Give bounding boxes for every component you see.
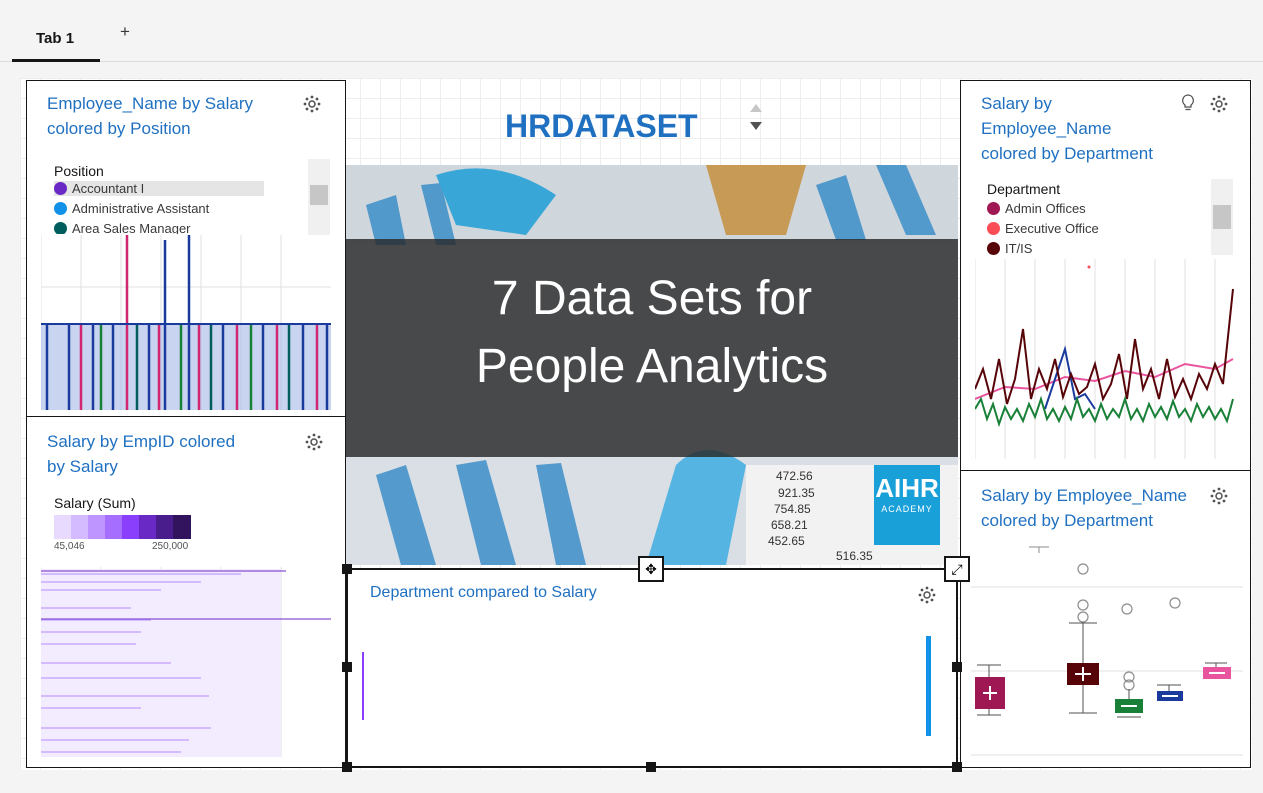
scrollbar-thumb[interactable] [1213, 205, 1231, 229]
legend-title: Position [54, 163, 104, 179]
legend-swatch [54, 202, 67, 215]
gear-icon[interactable] [1210, 487, 1228, 505]
widget-salary-employee-line[interactable]: Salary by Employee_Name colored by Depar… [960, 80, 1251, 471]
widget-title-line-2: colored by Position [47, 119, 191, 138]
widget-title-line-2: Employee_Name [981, 119, 1112, 138]
widget-title: Salary by Employee_Name colored by Depar… [981, 91, 1153, 166]
legend-label: IT/IS [1005, 241, 1033, 256]
resize-handle-bottom-right[interactable] [952, 762, 962, 772]
legend-label: Admin Offices [1005, 201, 1086, 216]
tab-1[interactable]: Tab 1 [12, 22, 100, 62]
widget-title-line-3: colored by Department [981, 144, 1153, 163]
scrollbar-thumb[interactable] [310, 185, 328, 205]
widget-salary-employee-boxplot[interactable]: Salary by Employee_Name colored by Depar… [960, 470, 1251, 768]
widget-title-line-1: Salary by EmpID colored [47, 432, 236, 451]
widget-employee-salary-position[interactable]: Employee_Name by Salary colored by Posit… [26, 80, 346, 417]
legend-item[interactable]: Executive Office [987, 221, 1099, 236]
svg-text:452.65: 452.65 [768, 534, 805, 548]
lightbulb-icon[interactable] [1181, 94, 1195, 112]
bar-chart[interactable] [41, 235, 331, 410]
legend-item[interactable]: Admin Offices [987, 201, 1086, 216]
widget-title-line-1: Salary by Employee_Name [981, 486, 1187, 505]
widget-salary-by-empid[interactable]: Salary by EmpID colored by Salary Salary… [26, 416, 346, 768]
gear-icon[interactable] [918, 586, 936, 604]
color-scale [54, 515, 191, 539]
svg-text:516.35: 516.35 [836, 549, 873, 563]
resize-handle-top-left[interactable] [342, 564, 352, 574]
line-chart[interactable] [975, 259, 1237, 459]
legend-item[interactable]: Accountant I [54, 181, 264, 196]
hero-line-1: 7 Data Sets for [491, 272, 813, 325]
widget-title-line-1: Employee_Name by Salary [47, 94, 253, 113]
widget-title-line-2: by Salary [47, 457, 118, 476]
widget-title-line-1: Salary by [981, 94, 1052, 113]
legend-scrollbar[interactable] [308, 159, 330, 235]
legend-swatch [54, 182, 67, 195]
hero-headline: 7 Data Sets for People Analytics [346, 265, 958, 401]
widget-title: Department compared to Salary [370, 584, 597, 601]
hero-line-2: People Analytics [475, 340, 829, 393]
legend-swatch [54, 222, 67, 234]
aihr-logo-main: AIHR [875, 473, 939, 503]
resize-handle-left[interactable] [342, 662, 352, 672]
legend-label: Executive Office [1005, 221, 1099, 236]
legend-swatch [987, 242, 1000, 255]
legend-title: Salary (Sum) [54, 495, 136, 511]
svg-text:921.35: 921.35 [778, 486, 815, 500]
widget-title-line-2: colored by Department [981, 511, 1153, 530]
tab-bar: Tab 1 + [0, 0, 1263, 62]
gear-icon[interactable] [1210, 95, 1228, 113]
move-icon[interactable]: ✥ [638, 556, 664, 582]
tab-1-label: Tab 1 [36, 30, 75, 47]
widget-department-vs-salary[interactable]: Department compared to Salary [346, 568, 958, 768]
svg-text:658.21: 658.21 [771, 518, 808, 532]
comparison-chart[interactable] [358, 630, 948, 740]
widget-title: Salary by EmpID colored by Salary [47, 429, 235, 479]
hero-image[interactable]: 472.56 921.35 754.85 658.21 452.65 516.3… [346, 165, 958, 565]
horizontal-bar-chart[interactable] [41, 567, 331, 757]
gear-icon[interactable] [303, 95, 321, 113]
scale-max: 250,000 [152, 541, 189, 552]
add-tab-button[interactable]: + [120, 22, 130, 42]
report-title[interactable]: HRDATASET [505, 108, 698, 145]
widget-title: Employee_Name by Salary colored by Posit… [47, 91, 253, 141]
svg-text:754.85: 754.85 [774, 502, 811, 516]
aihr-logo: AIHR ACADEMY [874, 465, 940, 545]
scale-min: 45,046 [54, 541, 85, 552]
aihr-logo-sub: ACADEMY [881, 504, 933, 514]
resize-handle-bottom-left[interactable] [342, 762, 352, 772]
resize-handle-right[interactable] [952, 662, 962, 672]
legend-label: Area Sales Manager [72, 221, 191, 234]
legend-label: Accountant I [72, 181, 145, 196]
hero-number: 472.56 [776, 469, 813, 483]
legend-swatch [987, 202, 1000, 215]
resize-handle-bottom[interactable] [646, 762, 656, 772]
legend-label: Administrative Assistant [72, 201, 210, 216]
legend-item[interactable]: IT/IS [987, 241, 1032, 256]
legend-scrollbar[interactable] [1211, 179, 1233, 255]
legend-swatch [987, 222, 1000, 235]
legend-item[interactable]: Area Sales Manager [54, 221, 191, 234]
sort-arrows-icon[interactable] [748, 100, 764, 134]
legend-item[interactable]: Administrative Assistant [54, 201, 209, 216]
legend-title: Department [987, 181, 1061, 197]
box-plot[interactable] [971, 539, 1243, 764]
gear-icon[interactable] [305, 433, 323, 451]
widget-title: Salary by Employee_Name colored by Depar… [981, 483, 1187, 533]
expand-icon[interactable]: ⤢ [944, 556, 970, 582]
